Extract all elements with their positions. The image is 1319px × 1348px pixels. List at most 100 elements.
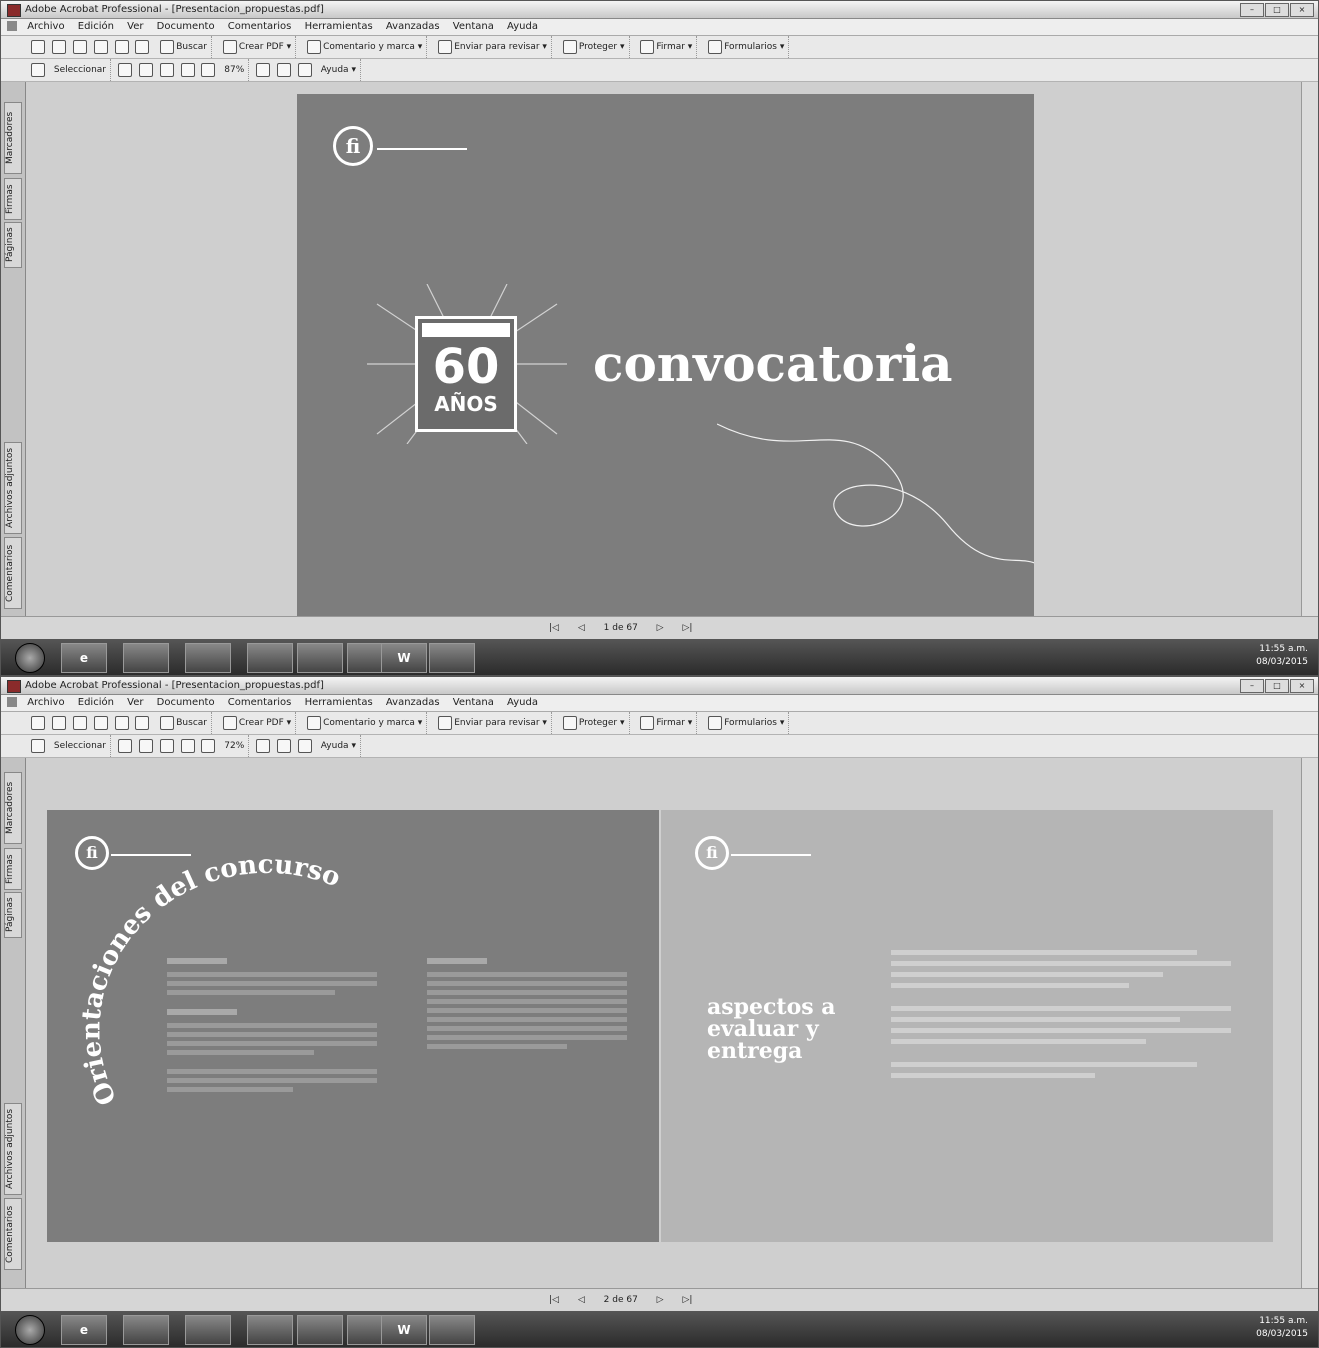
zoom-icon[interactable] — [138, 738, 153, 753]
next-page-button[interactable]: ▷ — [657, 623, 664, 633]
crear-pdf-button[interactable]: Crear PDF ▾ — [217, 712, 297, 734]
enviar-button[interactable]: Enviar para revisar ▾ — [432, 712, 552, 734]
last-page-button[interactable]: ▷| — [682, 623, 692, 633]
tab-paginas[interactable]: Páginas — [4, 222, 22, 268]
zoom-in-icon[interactable] — [256, 62, 271, 77]
tab-archivos-adjuntos[interactable]: Archivos adjuntos — [4, 1103, 22, 1195]
ie-icon[interactable]: e — [61, 1315, 107, 1345]
menu-documento[interactable]: Documento — [152, 695, 220, 711]
close-button[interactable]: × — [1290, 3, 1314, 17]
snapshot-icon[interactable] — [117, 62, 132, 77]
folder-icon[interactable] — [123, 1315, 169, 1345]
zoom-out-icon[interactable] — [201, 738, 216, 753]
menu-comentarios[interactable]: Comentarios — [223, 695, 297, 711]
word-taskbar-button[interactable]: W — [381, 1315, 427, 1345]
hand-tool-icon[interactable] — [31, 62, 45, 77]
tab-marcadores[interactable]: Marcadores — [4, 102, 22, 174]
enviar-button[interactable]: Enviar para revisar ▾ — [432, 36, 552, 58]
acrobat-taskbar-button[interactable] — [429, 1315, 475, 1345]
acrobat-taskbar-button[interactable] — [429, 643, 475, 673]
minimize-button[interactable]: – — [1240, 679, 1264, 693]
vertical-scrollbar[interactable] — [1301, 758, 1318, 1289]
fit-width-icon[interactable] — [180, 738, 195, 753]
tab-firmas[interactable]: Firmas — [4, 848, 22, 890]
menu-ayuda[interactable]: Ayuda — [502, 695, 543, 711]
formularios-button[interactable]: Formularios ▾ — [702, 36, 790, 58]
app5-icon[interactable] — [297, 643, 343, 673]
start-button[interactable] — [15, 1315, 45, 1345]
menu-ver[interactable]: Ver — [122, 695, 148, 711]
menu-ayuda[interactable]: Ayuda — [502, 19, 543, 35]
menu-avanzadas[interactable]: Avanzadas — [381, 19, 445, 35]
print-icon[interactable] — [72, 715, 87, 730]
first-page-button[interactable]: |◁ — [549, 623, 559, 633]
crear-pdf-button[interactable]: Crear PDF ▾ — [217, 36, 297, 58]
open-icon[interactable] — [31, 715, 45, 730]
menu-herramientas[interactable]: Herramientas — [300, 19, 378, 35]
email-icon[interactable] — [93, 715, 108, 730]
fit-page-icon[interactable] — [159, 62, 174, 77]
text-icon[interactable] — [297, 62, 312, 77]
zoom-icon[interactable] — [138, 62, 153, 77]
ayuda-button[interactable]: Ayuda ▾ — [317, 59, 361, 81]
zoom-in-icon[interactable] — [256, 738, 271, 753]
first-page-button[interactable]: |◁ — [549, 1295, 559, 1305]
proteger-button[interactable]: Proteger ▾ — [557, 36, 630, 58]
menu-archivo[interactable]: Archivo — [22, 19, 69, 35]
menu-edicion[interactable]: Edición — [73, 695, 119, 711]
tab-comentarios[interactable]: Comentarios — [4, 537, 22, 609]
system-tray-clock[interactable]: 11:55 a.m. 08/03/2015 — [1256, 643, 1308, 669]
save-icon[interactable] — [51, 39, 66, 54]
tab-archivos-adjuntos[interactable]: Archivos adjuntos — [4, 442, 22, 534]
text-icon[interactable] — [297, 738, 312, 753]
fit-page-icon[interactable] — [159, 738, 174, 753]
zoom-out-icon[interactable] — [201, 62, 216, 77]
zoom-level[interactable]: 87% — [220, 59, 250, 81]
tab-firmas[interactable]: Firmas — [4, 178, 22, 220]
seleccionar-button[interactable]: Seleccionar — [50, 59, 111, 81]
start-button[interactable] — [15, 643, 45, 673]
print-icon[interactable] — [72, 39, 87, 54]
app5-icon[interactable] — [297, 1315, 343, 1345]
firefox-icon[interactable] — [247, 643, 293, 673]
app3-icon[interactable] — [185, 1315, 231, 1345]
maximize-button[interactable]: □ — [1265, 679, 1289, 693]
save-icon[interactable] — [51, 715, 66, 730]
next-page-button[interactable]: ▷ — [657, 1295, 664, 1305]
menu-ventana[interactable]: Ventana — [448, 19, 499, 35]
menu-ventana[interactable]: Ventana — [448, 695, 499, 711]
menu-herramientas[interactable]: Herramientas — [300, 695, 378, 711]
last-page-button[interactable]: ▷| — [682, 1295, 692, 1305]
tab-marcadores[interactable]: Marcadores — [4, 772, 22, 844]
prev-page-button[interactable]: ◁ — [578, 623, 585, 633]
menu-edicion[interactable]: Edición — [73, 19, 119, 35]
hand-tool-icon[interactable] — [31, 738, 45, 753]
word-taskbar-button[interactable]: W — [381, 643, 427, 673]
tab-paginas[interactable]: Páginas — [4, 892, 22, 938]
fit-width-icon[interactable] — [180, 62, 195, 77]
email-icon[interactable] — [93, 39, 108, 54]
menu-documento[interactable]: Documento — [152, 19, 220, 35]
firefox-icon[interactable] — [247, 1315, 293, 1345]
snapshot-icon[interactable] — [117, 738, 132, 753]
rotate-icon[interactable] — [277, 62, 292, 77]
comentario-button[interactable]: Comentario y marca ▾ — [301, 712, 428, 734]
firmar-button[interactable]: Firmar ▾ — [634, 36, 698, 58]
menu-ver[interactable]: Ver — [122, 19, 148, 35]
firmar-button[interactable]: Firmar ▾ — [634, 712, 698, 734]
menu-comentarios[interactable]: Comentarios — [223, 19, 297, 35]
organize-icon[interactable] — [114, 715, 129, 730]
open-icon[interactable] — [31, 39, 45, 54]
maximize-button[interactable]: □ — [1265, 3, 1289, 17]
zoom-level[interactable]: 72% — [220, 735, 250, 757]
minimize-button[interactable]: – — [1240, 3, 1264, 17]
system-tray-clock[interactable]: 11:55 a.m. 08/03/2015 — [1256, 1315, 1308, 1341]
comentario-button[interactable]: Comentario y marca ▾ — [301, 36, 428, 58]
rotate-icon[interactable] — [277, 738, 292, 753]
pen-icon[interactable] — [135, 715, 150, 730]
organize-icon[interactable] — [114, 39, 129, 54]
close-button[interactable]: × — [1290, 679, 1314, 693]
seleccionar-button[interactable]: Seleccionar — [50, 735, 111, 757]
formularios-button[interactable]: Formularios ▾ — [702, 712, 790, 734]
ayuda-button[interactable]: Ayuda ▾ — [317, 735, 361, 757]
